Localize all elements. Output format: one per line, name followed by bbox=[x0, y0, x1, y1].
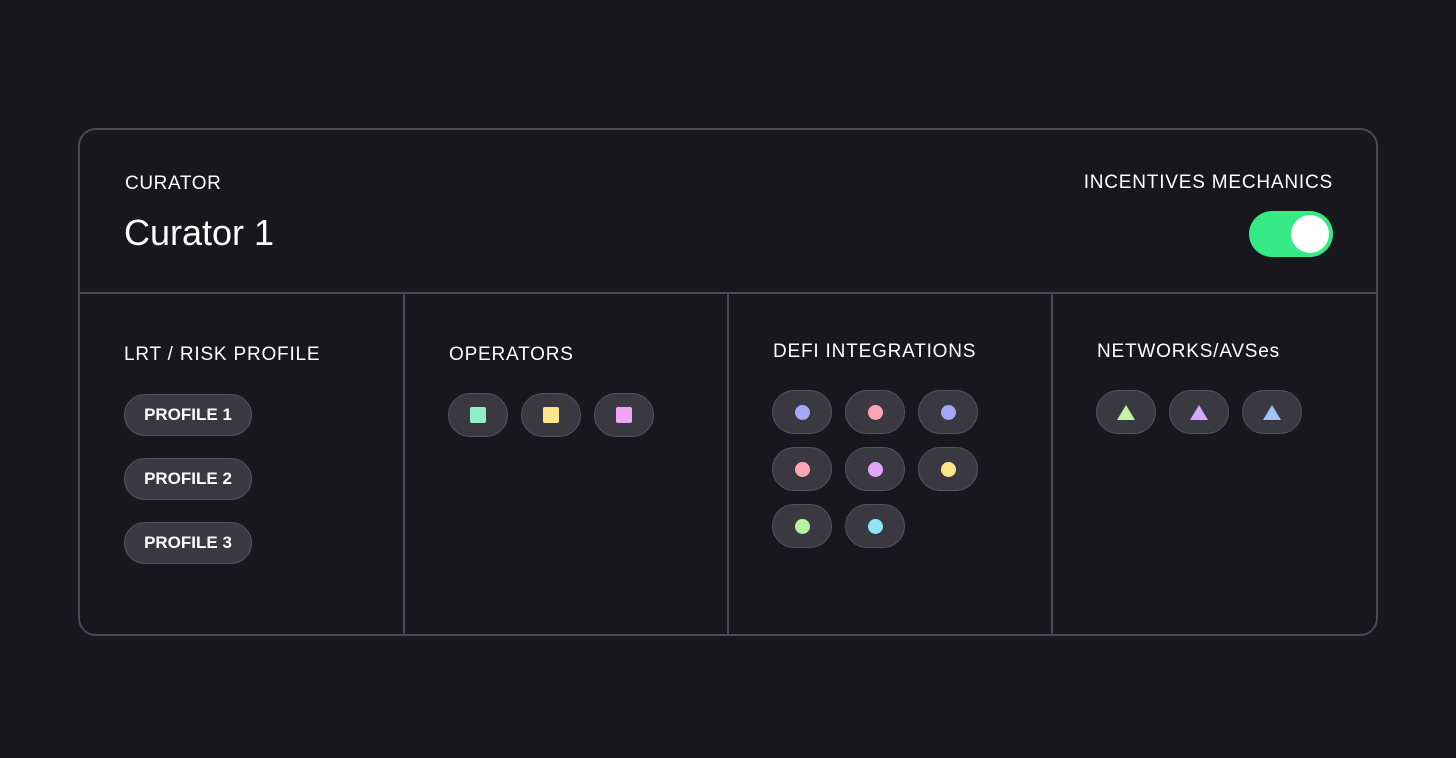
operators-list bbox=[448, 393, 654, 437]
networks-avses-title: NETWORKS/AVSes bbox=[1097, 341, 1280, 362]
profile-2-button[interactable]: PROFILE 2 bbox=[124, 458, 252, 500]
chip-1[interactable] bbox=[1096, 390, 1156, 434]
profile-3-button[interactable]: PROFILE 3 bbox=[124, 522, 252, 564]
chip-2[interactable] bbox=[845, 390, 905, 434]
defi-integrations-column: DEFI INTEGRATIONS bbox=[729, 294, 1053, 634]
chip-6[interactable] bbox=[918, 447, 978, 491]
networks-avses-list bbox=[1096, 390, 1302, 434]
operators-title: OPERATORS bbox=[449, 344, 574, 365]
profile-1-button[interactable]: PROFILE 1 bbox=[124, 394, 252, 436]
dot-icon bbox=[794, 404, 810, 420]
defi-integrations-title: DEFI INTEGRATIONS bbox=[773, 341, 977, 362]
dot-icon bbox=[867, 404, 883, 420]
chip-2[interactable] bbox=[1169, 390, 1229, 434]
triangle-icon bbox=[1263, 404, 1281, 420]
risk-profile-title: LRT / RISK PROFILE bbox=[124, 344, 321, 365]
networks-avses-column: NETWORKS/AVSes bbox=[1053, 294, 1376, 634]
chip-8[interactable] bbox=[845, 504, 905, 548]
chip-5[interactable] bbox=[845, 447, 905, 491]
chip-3[interactable] bbox=[594, 393, 654, 437]
chip-1[interactable] bbox=[772, 390, 832, 434]
card-columns: LRT / RISK PROFILE PROFILE 1 PROFILE 2 P… bbox=[80, 294, 1376, 634]
chip-7[interactable] bbox=[772, 504, 832, 548]
chip-1[interactable] bbox=[448, 393, 508, 437]
dot-icon bbox=[867, 518, 883, 534]
profile-list: PROFILE 1 PROFILE 2 PROFILE 3 bbox=[124, 394, 252, 586]
chip-3[interactable] bbox=[1242, 390, 1302, 434]
chip-4[interactable] bbox=[772, 447, 832, 491]
square-icon bbox=[616, 407, 632, 423]
curator-label: CURATOR bbox=[125, 173, 222, 194]
card-header: CURATOR Curator 1 INCENTIVES MECHANICS bbox=[80, 130, 1376, 294]
square-icon bbox=[470, 407, 486, 423]
incentives-mechanics-label: INCENTIVES MECHANICS bbox=[1083, 172, 1333, 193]
toggle-knob bbox=[1291, 215, 1329, 253]
dot-icon bbox=[794, 461, 810, 477]
chip-3[interactable] bbox=[918, 390, 978, 434]
incentives-mechanics-toggle[interactable] bbox=[1249, 211, 1333, 257]
triangle-icon bbox=[1190, 404, 1208, 420]
triangle-icon bbox=[1117, 404, 1135, 420]
dot-icon bbox=[867, 461, 883, 477]
defi-integrations-list bbox=[772, 390, 978, 548]
square-icon bbox=[543, 407, 559, 423]
dot-icon bbox=[794, 518, 810, 534]
dot-icon bbox=[940, 404, 956, 420]
curator-name: Curator 1 bbox=[124, 212, 275, 253]
chip-2[interactable] bbox=[521, 393, 581, 437]
curator-card: CURATOR Curator 1 INCENTIVES MECHANICS L… bbox=[78, 128, 1378, 636]
dot-icon bbox=[940, 461, 956, 477]
risk-profile-column: LRT / RISK PROFILE PROFILE 1 PROFILE 2 P… bbox=[80, 294, 405, 634]
operators-column: OPERATORS bbox=[405, 294, 729, 634]
